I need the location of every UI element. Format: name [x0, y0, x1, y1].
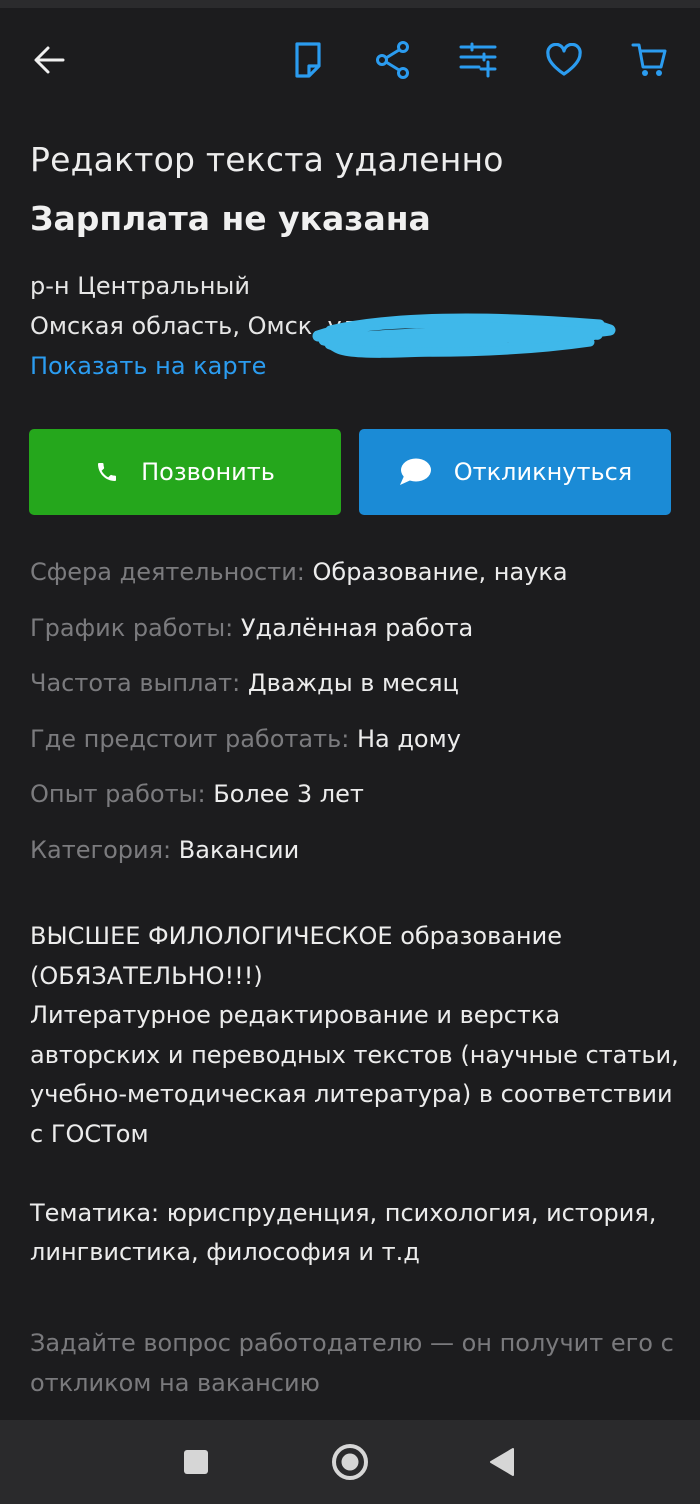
redaction-scribble [312, 313, 616, 358]
property-value: Вакансии [178, 835, 300, 864]
property-value: Более 3 лет [213, 780, 364, 809]
property-row: График работы: Удалённая работа [30, 614, 568, 670]
salary: Зарплата не указана [30, 199, 431, 238]
property-value: Образование, наука [312, 558, 568, 586]
property-label: Где предстоит работать: [30, 724, 350, 753]
property-row: Где предстоит работать: На дому [30, 725, 568, 781]
property-row: Опыт работы: Более 3 лет [30, 780, 568, 836]
property-row: Частота выплат: Дважды в месяц [30, 669, 568, 725]
property-value: На дому [356, 724, 461, 753]
heart-icon[interactable] [539, 30, 589, 90]
reply-button-label: Откликнуться [453, 458, 633, 486]
property-label: Категория: [30, 835, 172, 864]
vacancy-title: Редактор текста удаленно [30, 140, 504, 179]
call-button-label: Позвонить [141, 458, 275, 486]
note-icon[interactable] [283, 30, 333, 90]
chat-bubble-icon [398, 457, 432, 487]
phone-icon [95, 460, 119, 484]
property-row: Категория: Вакансии [30, 836, 568, 892]
home-circle-icon[interactable] [310, 1420, 390, 1504]
property-label: Сфера деятельности: [30, 558, 305, 586]
vacancy-properties: Сфера деятельности: Образование, наука Г… [30, 558, 568, 892]
property-row: Сфера деятельности: Образование, наука [30, 558, 568, 614]
description-paragraph: Литературное редактирование и верстка ав… [30, 1001, 679, 1148]
description-line: (ОБЯЗАТЕЛЬНО!!!) [30, 961, 263, 990]
property-value: Дважды в месяц [247, 669, 459, 698]
toolbar [0, 30, 700, 90]
property-value: Удалённая работа [240, 613, 474, 642]
share-icon[interactable] [368, 30, 418, 90]
call-button[interactable]: Позвонить [29, 429, 341, 515]
show-on-map-link[interactable]: Показать на карте [30, 352, 266, 380]
back-triangle-icon[interactable] [462, 1420, 542, 1504]
system-navigation-bar [0, 1420, 700, 1504]
status-bar-strip [0, 0, 700, 8]
back-arrow-icon[interactable] [24, 30, 74, 90]
property-label: Опыт работы: [30, 780, 206, 809]
property-label: График работы: [30, 613, 234, 642]
reply-button[interactable]: Откликнуться [359, 429, 671, 515]
recents-square-icon[interactable] [156, 1420, 236, 1504]
district: р-н Центральный [30, 272, 250, 300]
description-line: ВЫСШЕЕ ФИЛОЛОГИЧЕСКОЕ образование [30, 922, 562, 950]
description-paragraph: Тематика: юриспруденция, психология, ист… [30, 1198, 657, 1267]
property-label: Частота выплат: [30, 669, 241, 698]
ask-employer-hint: Задайте вопрос работодателю — он получит… [30, 1329, 674, 1397]
vacancy-description: ВЫСШЕЕ ФИЛОЛОГИЧЕСКОЕ образование (ОБЯЗА… [30, 917, 680, 1273]
cart-icon[interactable] [624, 30, 674, 90]
filter-add-icon[interactable] [454, 30, 504, 90]
